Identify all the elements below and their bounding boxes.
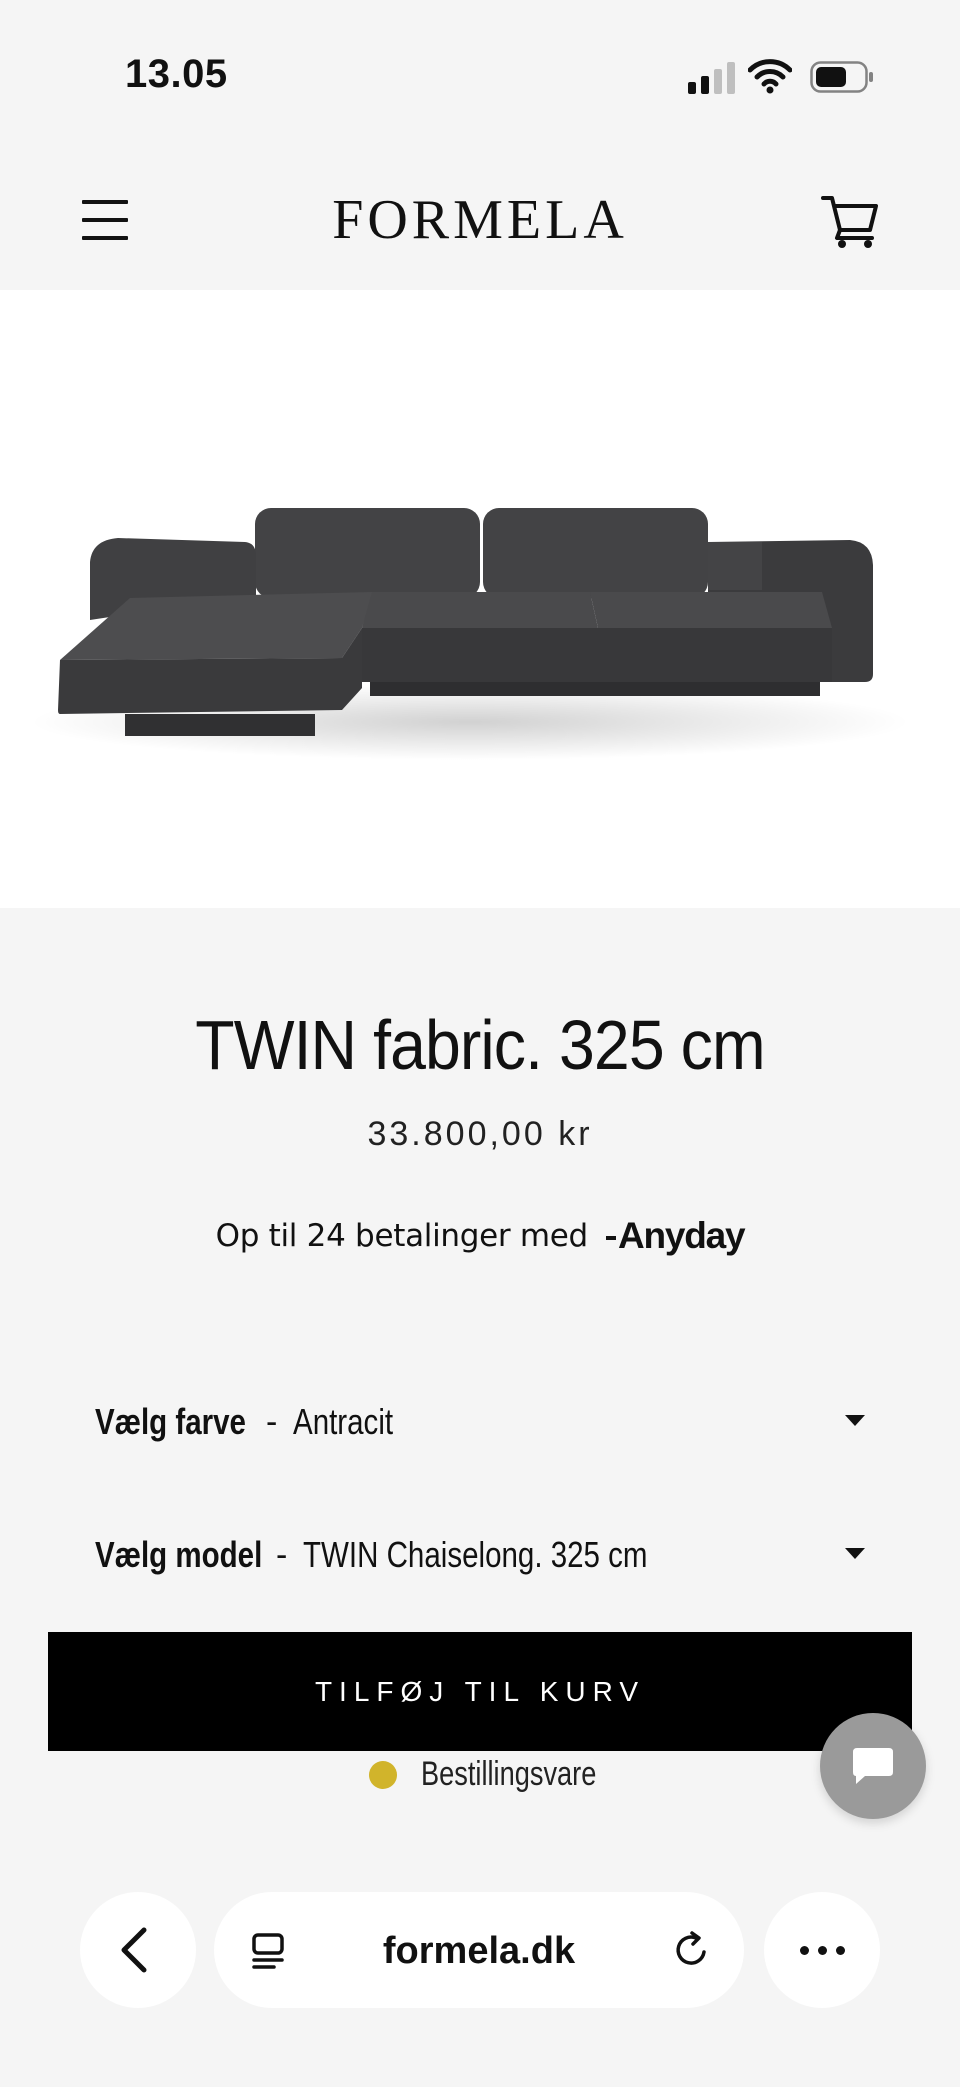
anyday-logo: Anyday [605,1215,746,1257]
shopping-cart-icon[interactable] [820,190,880,250]
add-to-cart-button[interactable]: TILFØJ TIL KURV [48,1632,912,1751]
product-image[interactable] [0,290,960,908]
product-title: TWIN fabric. 325 cm [195,1006,765,1084]
back-chevron-icon [121,1927,147,1973]
chevron-down-icon [845,1548,865,1559]
model-select[interactable]: Vælg model - TWIN Chaiselong. 325 cm [95,1520,865,1590]
color-select-value: Antracit [293,1401,394,1442]
color-select-separator: - [266,1402,278,1441]
reload-icon[interactable] [672,1930,712,1970]
browser-toolbar: formela.dk [0,1880,960,2087]
color-select-label: Vælg farve [95,1401,246,1442]
url-text[interactable]: formela.dk [214,1930,744,1973]
status-bar: 13.05 [0,0,960,150]
site-header: FORMELA [0,150,960,290]
wifi-icon [748,59,792,94]
address-bar[interactable]: formela.dk [214,1892,744,2008]
installments-text: Op til 24 betalinger med [215,1218,589,1254]
stock-status-text: Bestillingsvare [421,1755,597,1793]
color-select[interactable]: Vælg farve - Antracit [95,1387,865,1457]
stock-indicator-dot [369,1760,397,1789]
battery-icon [810,61,873,93]
model-select-value: TWIN Chaiselong. 325 cm [303,1534,648,1575]
stock-status: Bestillingsvare [0,1755,960,1794]
cellular-signal-icon [688,60,735,94]
more-dots-icon[interactable] [764,1892,880,2008]
chevron-down-icon [845,1415,865,1426]
chat-button[interactable] [820,1713,926,1819]
chat-bubble-icon [853,1748,893,1784]
product-price: 33.800,00 kr [367,1115,593,1153]
status-time: 13.05 [125,52,228,96]
back-button[interactable] [80,1892,196,2008]
model-select-label: Vælg model [95,1534,263,1575]
sofa-illustration [30,508,910,760]
site-logo[interactable]: FORMELA [0,188,960,252]
anyday-brand: Anyday [617,1215,746,1256]
installments-banner[interactable]: Op til 24 betalinger med Anyday [0,1215,960,1257]
model-select-separator: - [276,1535,288,1574]
